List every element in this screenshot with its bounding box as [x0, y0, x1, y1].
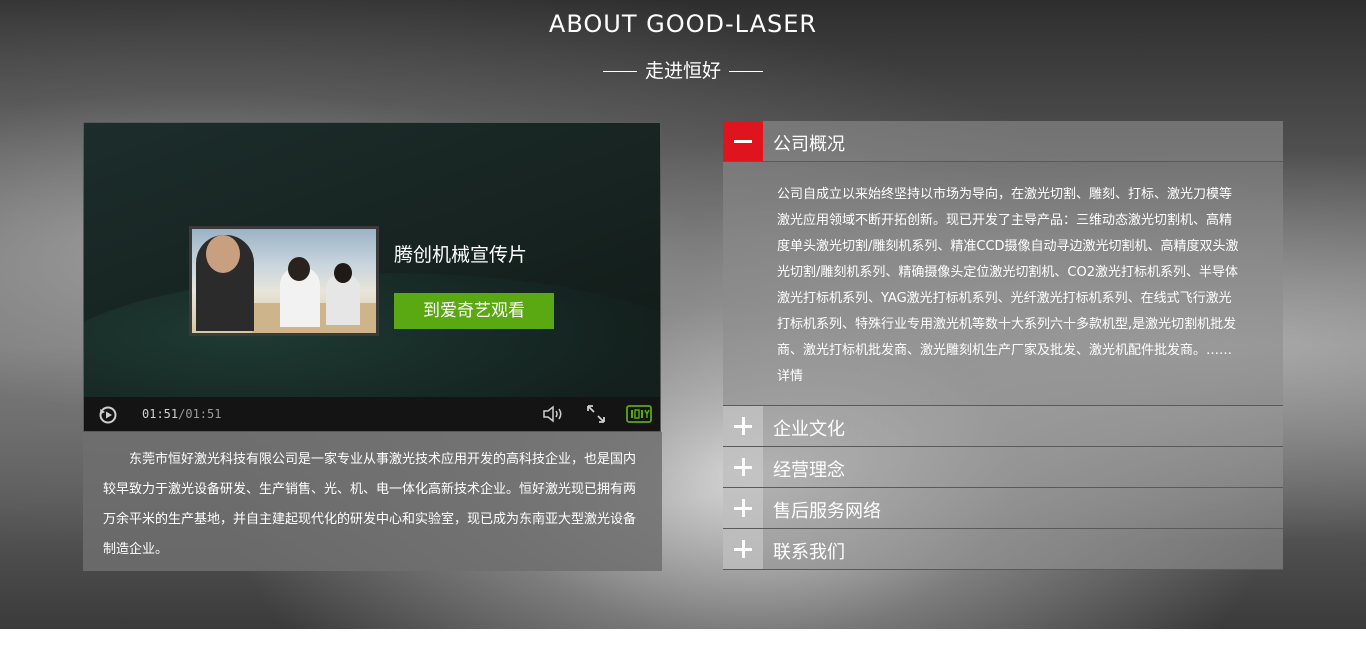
background-decoration [0, 90, 50, 390]
thumb-person-head [288, 257, 310, 281]
time-total: /01:51 [178, 407, 222, 421]
collapse-icon[interactable] [723, 121, 763, 161]
accordion-header-service[interactable]: 售后服务网络 [723, 488, 1283, 529]
thumb-person-head [334, 263, 352, 283]
volume-icon[interactable] [542, 405, 564, 423]
plus-bar [742, 540, 745, 558]
time-current: 01:51 [142, 407, 179, 421]
minus-bar [734, 140, 752, 143]
fullscreen-icon[interactable] [586, 404, 606, 424]
accordion-label: 售后服务网络 [773, 501, 881, 522]
time-display: 01:51/01:51 [142, 407, 221, 421]
expand-icon[interactable] [723, 529, 763, 569]
expand-icon[interactable] [723, 488, 763, 528]
accordion-item-contact: 联系我们 [723, 529, 1283, 570]
replay-icon[interactable] [98, 405, 118, 425]
thumb-person-head [206, 235, 240, 273]
accordion-item-philosophy: 经营理念 [723, 447, 1283, 488]
accordion-item-overview: 公司概况 公司自成立以来始终坚持以市场为导向，在激光切割、雕刻、打标、激光刀模等… [723, 121, 1283, 406]
accordion-header-overview[interactable]: 公司概况 [723, 121, 1283, 162]
subtitle-text: 走进恒好 [644, 60, 721, 82]
video-title: 腾创机械宣传片 [394, 244, 528, 266]
plus-bar [742, 458, 745, 476]
accordion-body-overview: 公司自成立以来始终坚持以市场为导向，在激光切割、雕刻、打标、激光刀模等激光应用领… [723, 162, 1283, 406]
company-intro: 东莞市恒好激光科技有限公司是一家专业从事激光技术应用开发的高科技企业，也是国内较… [83, 432, 662, 571]
player-controls: 01:51/01:51 [84, 397, 660, 431]
divider-left [602, 71, 637, 72]
accordion-header-philosophy[interactable]: 经营理念 [723, 447, 1283, 488]
accordion-header-culture[interactable]: 企业文化 [723, 406, 1283, 447]
section-subtitle: 走进恒好 [0, 56, 1366, 83]
expand-icon[interactable] [723, 406, 763, 446]
accordion-item-service: 售后服务网络 [723, 488, 1283, 529]
accordion-label: 联系我们 [773, 542, 845, 563]
watch-on-iqiyi-button[interactable]: 到爱奇艺观看 [394, 293, 554, 329]
accordion-label: 企业文化 [773, 419, 845, 440]
about-accordion: 公司概况 公司自成立以来始终坚持以市场为导向，在激光切割、雕刻、打标、激光刀模等… [723, 121, 1283, 570]
section-title: ABOUT GOOD-LASER [548, 10, 818, 38]
accordion-header-contact[interactable]: 联系我们 [723, 529, 1283, 570]
plus-bar [742, 417, 745, 435]
accordion-item-culture: 企业文化 [723, 406, 1283, 447]
video-player[interactable]: 腾创机械宣传片 到爱奇艺观看 01:51/01:51 [83, 122, 661, 432]
divider-right [729, 71, 763, 72]
iqiyi-logo-icon[interactable] [626, 405, 652, 423]
accordion-label: 经营理念 [773, 460, 845, 481]
accordion-label: 公司概况 [773, 134, 845, 155]
video-thumbnail[interactable] [189, 226, 379, 336]
plus-bar [742, 499, 745, 517]
expand-icon[interactable] [723, 447, 763, 487]
